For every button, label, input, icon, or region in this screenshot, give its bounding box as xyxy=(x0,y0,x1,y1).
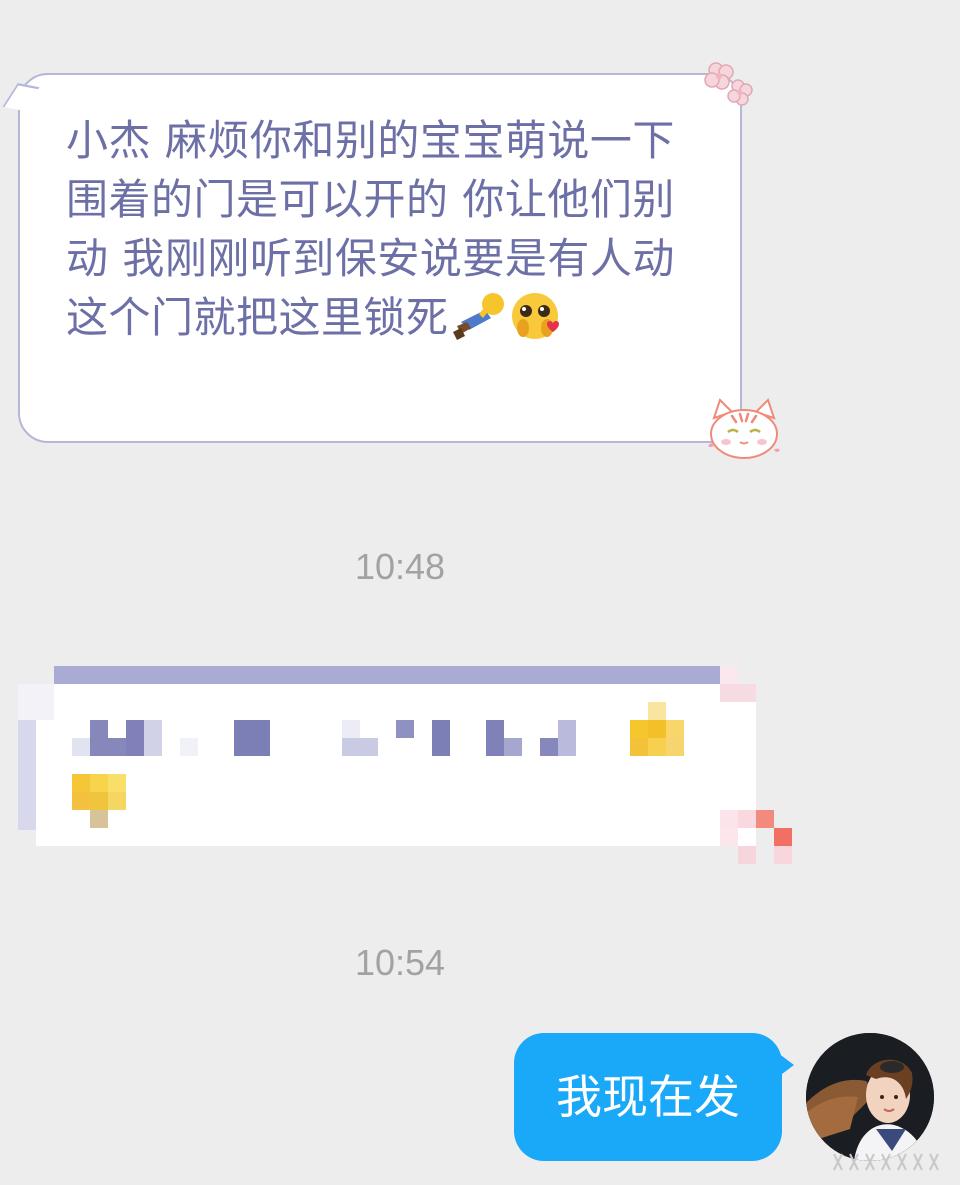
message-text: 小杰 麻烦你和别的宝宝萌说一下 围着的门是可以开的 你让他们别动 我刚刚听到保安… xyxy=(66,111,706,357)
watermark-icon xyxy=(830,1150,950,1174)
timestamp: 10:54 xyxy=(354,942,446,983)
outgoing-message-text: 我现在发 xyxy=(556,1070,740,1124)
incoming-message-bubble[interactable]: 小杰 麻烦你和别的宝宝萌说一下 围着的门是可以开的 你让他们别动 我刚刚听到保安… xyxy=(2,73,742,443)
timestamp: 10:48 xyxy=(354,546,446,587)
cat-decoration-icon xyxy=(704,398,782,466)
bubble-tail xyxy=(2,83,40,111)
pixelated-message-bubble[interactable] xyxy=(18,664,798,864)
outgoing-message-bubble[interactable]: 我现在发 xyxy=(514,1033,794,1161)
man-lying-down-icon xyxy=(451,292,507,357)
avatar[interactable] xyxy=(806,1033,934,1161)
flower-decoration-icon xyxy=(700,58,756,114)
pleading-face-hands-icon xyxy=(509,290,561,357)
